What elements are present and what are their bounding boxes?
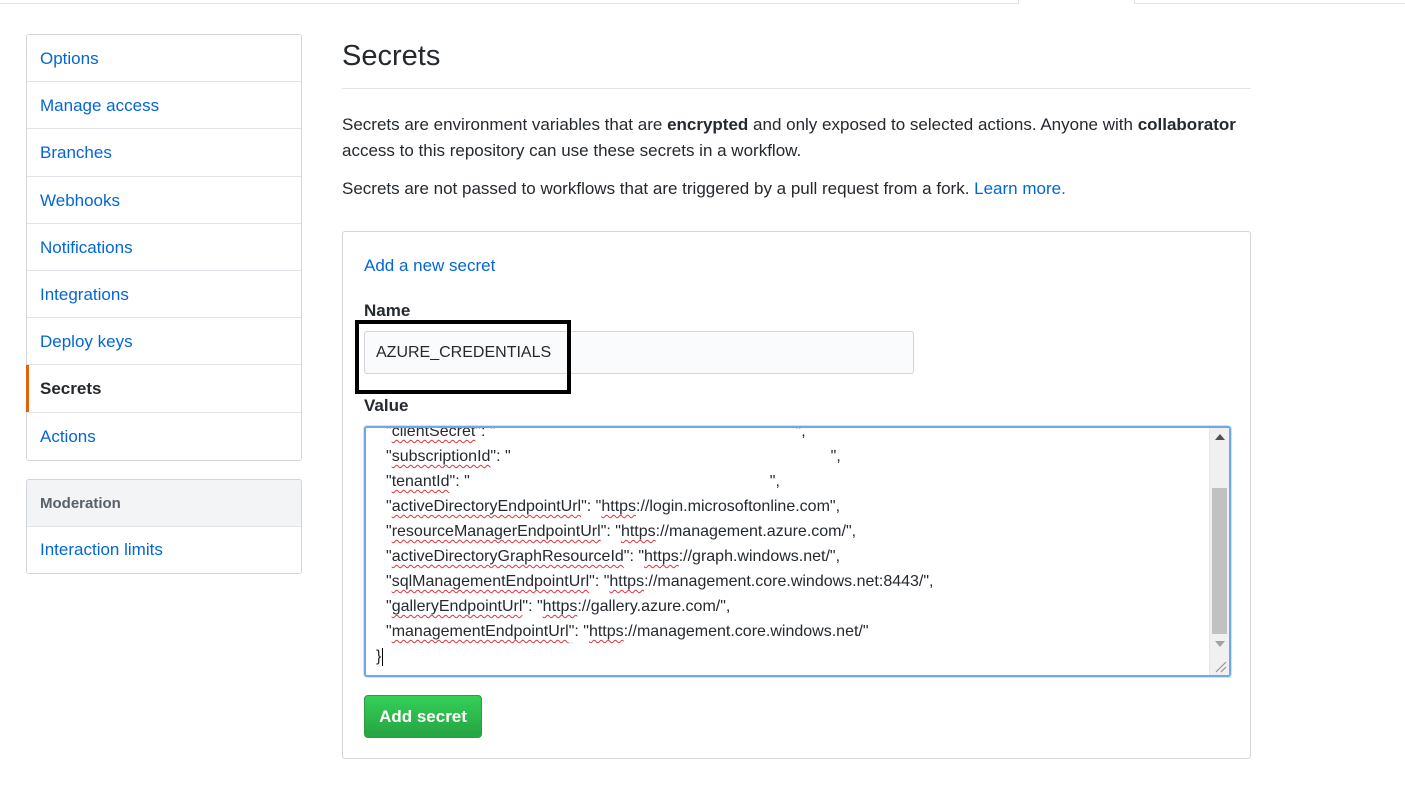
json-tail: ",	[769, 473, 780, 490]
json-tail: ",	[829, 548, 841, 565]
json-key: activeDirectoryGraphResourceId	[391, 548, 624, 565]
json-separator: ": "	[522, 598, 543, 615]
sidebar-item-webhooks[interactable]: Webhooks	[27, 177, 301, 224]
json-key: subscriptionId	[391, 448, 491, 465]
description-bold-encrypted: encrypted	[667, 115, 749, 134]
json-separator: ": "	[581, 498, 602, 515]
sidebar-item-secrets[interactable]: Secrets	[26, 365, 301, 413]
moderation-heading: Moderation	[27, 480, 301, 527]
description-text-3: access to this repository can use these …	[342, 141, 802, 160]
learn-more-link[interactable]: Learn more.	[974, 179, 1066, 198]
sidebar-item-interaction-limits[interactable]: Interaction limits	[27, 527, 301, 573]
add-new-secret-heading[interactable]: Add a new secret	[364, 256, 495, 276]
redacted-value	[469, 473, 770, 490]
description-text-1: Secrets are environment variables that a…	[342, 115, 668, 134]
text-caret	[382, 647, 384, 666]
redacted-value	[495, 428, 796, 440]
description-bold-collaborator: collaborator	[1137, 115, 1236, 134]
json-tail: "	[862, 623, 869, 640]
json-tail: ",	[795, 426, 806, 440]
json-separator: ": "	[600, 523, 621, 540]
textarea-scrollbar[interactable]	[1209, 428, 1229, 675]
json-tail: ",	[720, 598, 731, 615]
fork-notice: Secrets are not passed to workflows that…	[342, 176, 1257, 202]
json-value: https://management.core.windows.net:8443…	[609, 573, 924, 590]
title-divider	[342, 88, 1251, 89]
sidebar-item-notifications[interactable]: Notifications	[27, 224, 301, 271]
json-separator: ": "	[623, 548, 645, 565]
sidebar-item-branches[interactable]: Branches	[27, 129, 301, 177]
json-separator: ": "	[449, 473, 470, 490]
scroll-down-arrow-icon[interactable]	[1215, 641, 1225, 647]
secret-value-textarea[interactable]: "clientSecret": " ", "subscriptionId": " ",…	[364, 426, 1231, 677]
settings-sidebar: Options Manage access Branches Webhooks …	[26, 34, 302, 461]
json-key: tenantId	[391, 473, 450, 490]
resize-grip-icon[interactable]	[1213, 659, 1227, 673]
add-secret-button[interactable]: Add secret	[364, 695, 482, 738]
json-value: https://management.core.windows.net/	[588, 623, 863, 640]
moderation-sidebar: Moderation Interaction limits	[26, 479, 302, 574]
sidebar-item-actions[interactable]: Actions	[27, 413, 301, 460]
json-line: "activeDirectoryEndpointUrl": "https://l…	[366, 494, 1207, 519]
json-line: "galleryEndpointUrl": "https://gallery.a…	[366, 594, 1207, 619]
json-tail: ",	[845, 523, 857, 540]
fork-notice-text: Secrets are not passed to workflows that…	[342, 179, 975, 198]
secret-value-content: "clientSecret": " ", "subscriptionId": " ",…	[366, 426, 1207, 669]
description-text-2: and only exposed to selected actions. An…	[748, 115, 1138, 134]
json-key: managementEndpointUrl	[391, 623, 569, 640]
json-separator: ": "	[490, 448, 511, 465]
json-tail: ",	[923, 573, 934, 590]
json-line: " managementEndpointUrl": "https://manage…	[366, 619, 1207, 644]
json-line: "resourceManagerEndpointUrl": "https://m…	[366, 519, 1207, 544]
name-label: Name	[364, 301, 411, 320]
json-separator: ": "	[589, 573, 610, 590]
add-secret-form: Add a new secret Name AZURE_CREDENTIALS …	[342, 231, 1251, 759]
json-key: galleryEndpointUrl	[391, 598, 523, 615]
sidebar-item-integrations[interactable]: Integrations	[27, 271, 301, 319]
json-line: "sqlManagementEndpointUrl": "https://man…	[366, 569, 1207, 594]
sidebar-item-deploy-keys[interactable]: Deploy keys	[27, 318, 301, 366]
json-closing-brace: }	[376, 648, 382, 665]
tab-bar-border	[0, 3, 1018, 4]
json-value: https://management.azure.com/	[620, 523, 846, 540]
json-line: "activeDirectoryGraphResourceId": "https…	[366, 544, 1207, 569]
json-separator: ": "	[475, 426, 496, 440]
sidebar-item-options[interactable]: Options	[27, 35, 301, 83]
json-value: https://gallery.azure.com/	[542, 598, 721, 615]
json-key: sqlManagementEndpointUrl	[391, 573, 590, 590]
scrollbar-thumb[interactable]	[1212, 488, 1227, 634]
scroll-up-arrow-icon[interactable]	[1215, 434, 1225, 440]
json-value: https://login.microsoftonline.com	[601, 498, 830, 515]
json-tail: ",	[829, 498, 841, 515]
sidebar-item-manage-access[interactable]: Manage access	[27, 82, 301, 130]
json-value: https://graph.windows.net/	[644, 548, 830, 565]
json-line: "clientSecret": " ",	[366, 426, 1207, 444]
value-label: Value	[364, 396, 409, 415]
tab-bar-border-right	[1134, 3, 1405, 4]
json-line: "subscriptionId": " ",	[366, 444, 1207, 469]
secrets-description: Secrets are environment variables that a…	[342, 112, 1257, 164]
json-line: "tenantId": " ",	[366, 469, 1207, 494]
redacted-value	[510, 448, 831, 465]
json-key: clientSecret	[391, 426, 476, 440]
json-key: resourceManagerEndpointUrl	[391, 523, 601, 540]
page-title: Secrets	[342, 40, 441, 72]
json-separator: ": "	[568, 623, 589, 640]
annotation-highlight-box	[355, 320, 571, 394]
json-closing-line: }	[366, 644, 1207, 669]
tab-edge-left	[1018, 0, 1019, 4]
json-tail: ",	[830, 448, 841, 465]
json-key: activeDirectoryEndpointUrl	[391, 498, 582, 515]
